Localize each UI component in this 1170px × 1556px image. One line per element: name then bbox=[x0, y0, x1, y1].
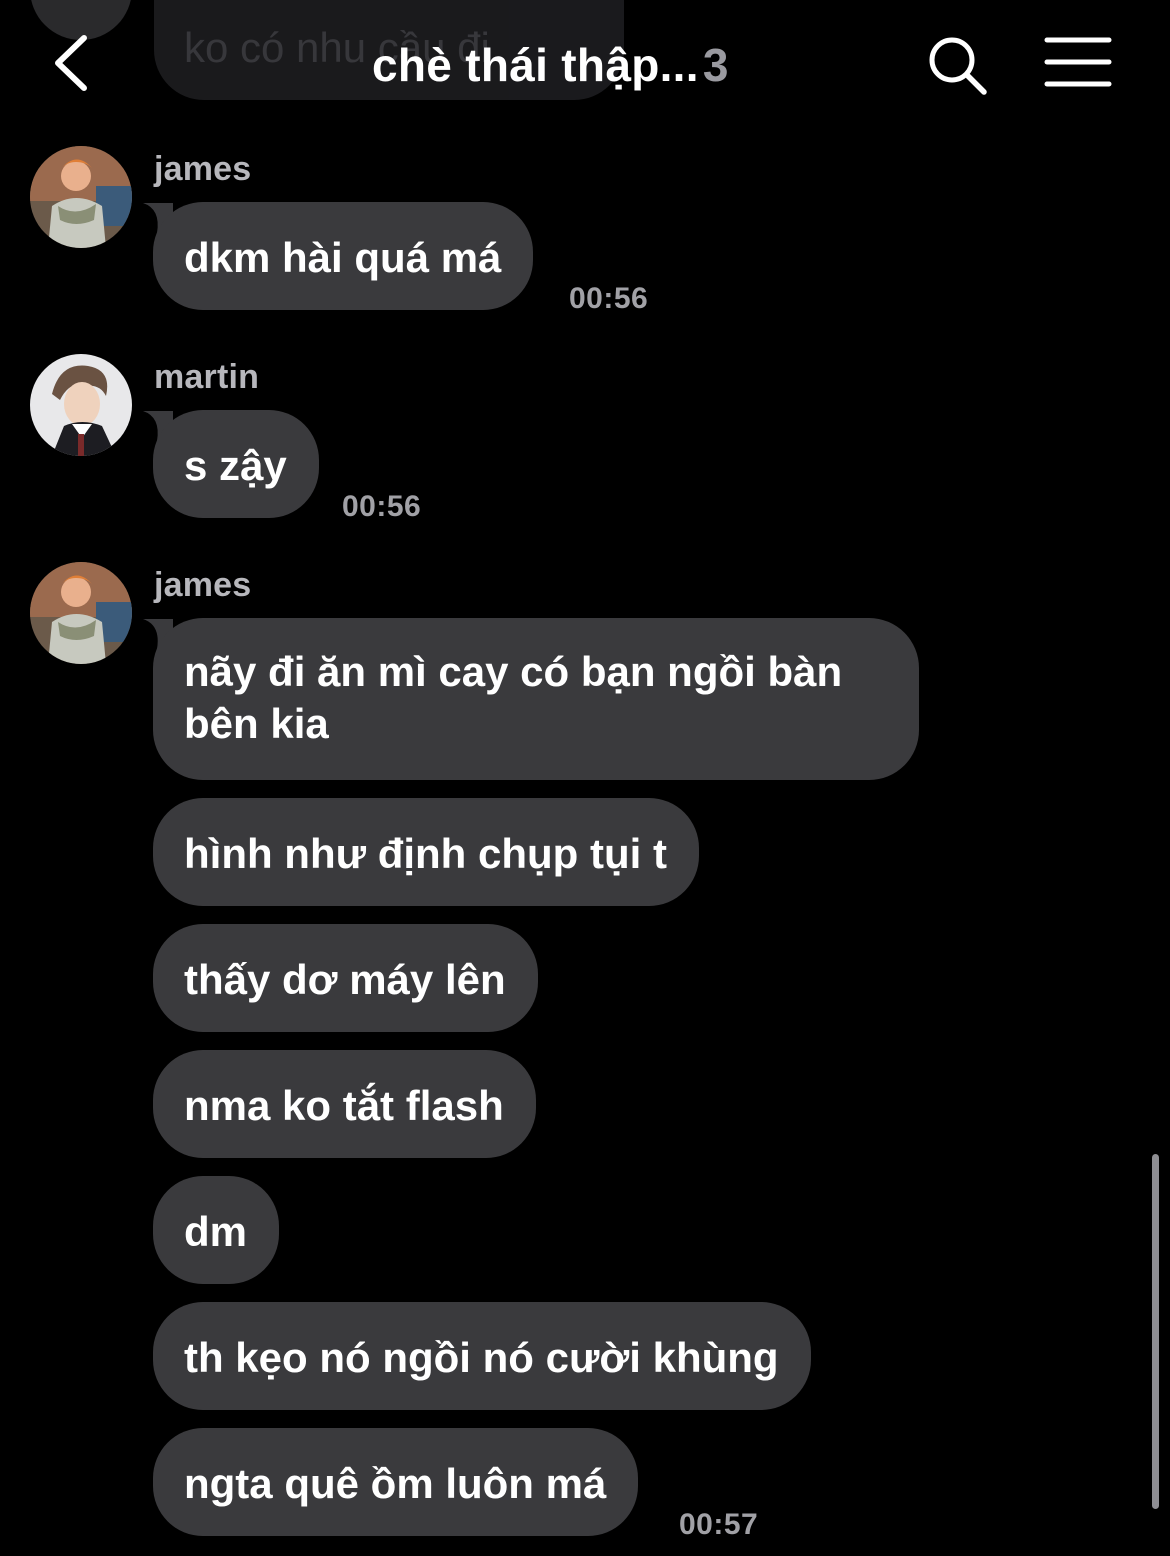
back-button[interactable] bbox=[40, 28, 110, 98]
message-bubble[interactable]: thấy dơ máy lên bbox=[153, 924, 538, 1032]
message-bubble[interactable]: hình như định chụp tụi t bbox=[153, 798, 699, 906]
avatar-image bbox=[30, 562, 132, 664]
message-timestamp: 00:57 bbox=[679, 1508, 759, 1541]
chat-screen: ko có nhu cầu đi chè thái thập...3 james… bbox=[0, 0, 1170, 1556]
avatar[interactable] bbox=[30, 562, 132, 664]
member-count: 3 bbox=[702, 39, 729, 91]
scrollbar[interactable] bbox=[1152, 1154, 1159, 1509]
avatar[interactable] bbox=[30, 146, 132, 248]
avatar-image bbox=[30, 354, 132, 456]
message-timestamp: 00:56 bbox=[342, 490, 422, 523]
search-button[interactable] bbox=[924, 32, 990, 98]
message-bubble[interactable]: dkm hài quá má bbox=[153, 202, 534, 310]
menu-button[interactable] bbox=[1044, 36, 1112, 88]
message-bubble[interactable]: dm bbox=[153, 1176, 279, 1284]
message-bubble[interactable]: nãy đi ăn mì cay có bạn ngồi bàn bên kia bbox=[153, 618, 919, 780]
chevron-left-icon bbox=[55, 35, 87, 91]
search-icon bbox=[929, 37, 987, 95]
message-bubble[interactable]: s zậy bbox=[153, 410, 319, 518]
hamburger-menu-icon bbox=[1044, 37, 1112, 87]
message-bubble[interactable]: ngta quê ồm luôn má bbox=[153, 1428, 639, 1536]
chat-title[interactable]: chè thái thập...3 bbox=[372, 38, 729, 92]
message-timestamp: 00:56 bbox=[569, 282, 649, 315]
group-name: chè thái thập... bbox=[372, 39, 699, 91]
sender-name: james bbox=[154, 566, 252, 604]
message-bubble[interactable]: th kẹo nó ngồi nó cười khùng bbox=[153, 1302, 811, 1410]
message-bubble[interactable]: nma ko tắt flash bbox=[153, 1050, 536, 1158]
avatar-image bbox=[30, 146, 132, 248]
chat-header: chè thái thập...3 bbox=[0, 0, 1170, 130]
sender-name: james bbox=[154, 150, 252, 188]
sender-name: martin bbox=[154, 358, 260, 396]
avatar[interactable] bbox=[30, 354, 132, 456]
